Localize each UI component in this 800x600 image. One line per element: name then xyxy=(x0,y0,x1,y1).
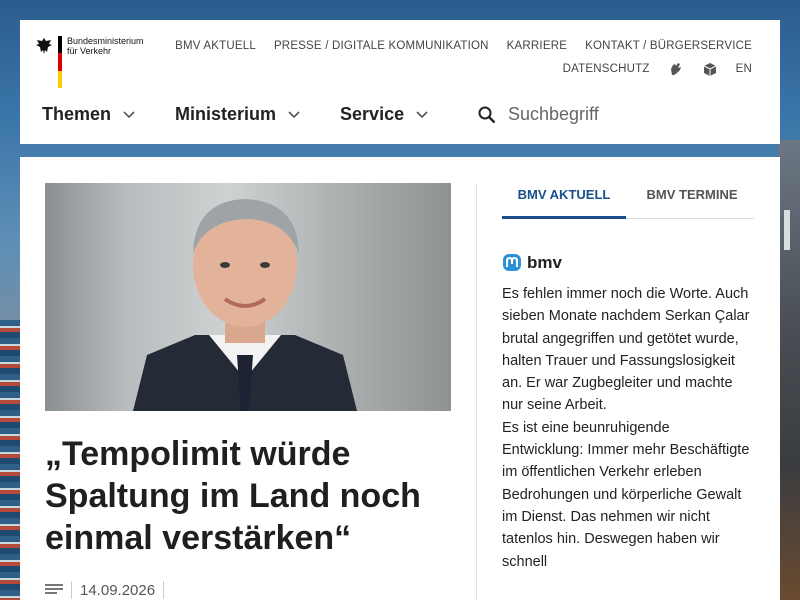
topnav-karriere[interactable]: KARRIERE xyxy=(507,40,567,52)
background-port-right xyxy=(778,140,800,600)
post-paragraph-2: Es ist eine beunruhigende Entwicklung: I… xyxy=(502,419,750,570)
easy-language-icon[interactable] xyxy=(702,61,718,77)
sign-language-icon[interactable] xyxy=(668,61,684,77)
post-paragraph-1: Es fehlen immer noch die Worte. Auch sie… xyxy=(502,286,750,414)
topnav-kontakt[interactable]: KONTAKT / BÜRGERSERVICE xyxy=(585,40,752,52)
mastodon-post[interactable]: Es fehlen immer noch die Worte. Auch sie… xyxy=(502,283,752,573)
mainnav-service-label: Service xyxy=(340,104,405,124)
main-navigation: Themen Ministerium Service xyxy=(42,104,468,125)
topnav-presse[interactable]: PRESSE / DIGITALE KOMMUNIKATION xyxy=(274,40,489,52)
mainnav-themen[interactable]: Themen xyxy=(42,104,135,125)
mainnav-themen-label: Themen xyxy=(42,104,112,124)
site-header: Bundesministerium für Verkehr BMV AKTUEL… xyxy=(20,20,780,144)
chevron-down-icon xyxy=(288,110,300,118)
mastodon-icon xyxy=(503,254,521,271)
topnav-datenschutz[interactable]: DATENSCHUTZ xyxy=(563,63,650,75)
mainnav-ministerium-label: Ministerium xyxy=(175,104,277,124)
top-navigation: BMV AKTUELL PRESSE / DIGITALE KOMMUNIKAT… xyxy=(175,36,752,79)
ministry-name: Bundesministerium für Verkehr xyxy=(67,36,144,56)
search-box xyxy=(478,104,708,125)
article-headline[interactable]: „Tempolimit würde Spaltung im Land noch … xyxy=(45,433,465,559)
tab-bmv-aktuell[interactable]: BMV AKTUELL xyxy=(502,183,626,219)
search-input[interactable] xyxy=(508,104,708,125)
background-port-left xyxy=(0,320,22,600)
mastodon-feed-header[interactable]: bmv xyxy=(502,253,562,273)
article-meta: 14.09.2026 xyxy=(45,581,172,599)
article-icon xyxy=(45,584,63,594)
column-divider xyxy=(476,183,477,600)
german-flag xyxy=(58,36,62,88)
topnav-bmv-aktuell[interactable]: BMV AKTUELL xyxy=(175,40,256,52)
article-date: 14.09.2026 xyxy=(80,581,156,599)
ministry-logo[interactable]: Bundesministerium für Verkehr xyxy=(34,36,144,88)
language-switch-en[interactable]: EN xyxy=(736,63,752,75)
article-photo[interactable] xyxy=(45,183,451,411)
mainnav-service[interactable]: Service xyxy=(340,104,428,125)
chevron-down-icon xyxy=(123,110,135,118)
mainnav-ministerium[interactable]: Ministerium xyxy=(175,104,300,125)
feed-account-name: bmv xyxy=(527,253,562,272)
sidebar-tabs: BMV AKTUELL BMV TERMINE xyxy=(502,183,754,219)
main-content: „Tempolimit würde Spaltung im Land noch … xyxy=(20,157,780,600)
eagle-icon xyxy=(36,38,52,54)
search-icon[interactable] xyxy=(478,106,496,124)
tab-bmv-termine[interactable]: BMV TERMINE xyxy=(630,183,754,218)
portrait-image xyxy=(133,199,357,411)
chevron-down-icon xyxy=(416,110,428,118)
